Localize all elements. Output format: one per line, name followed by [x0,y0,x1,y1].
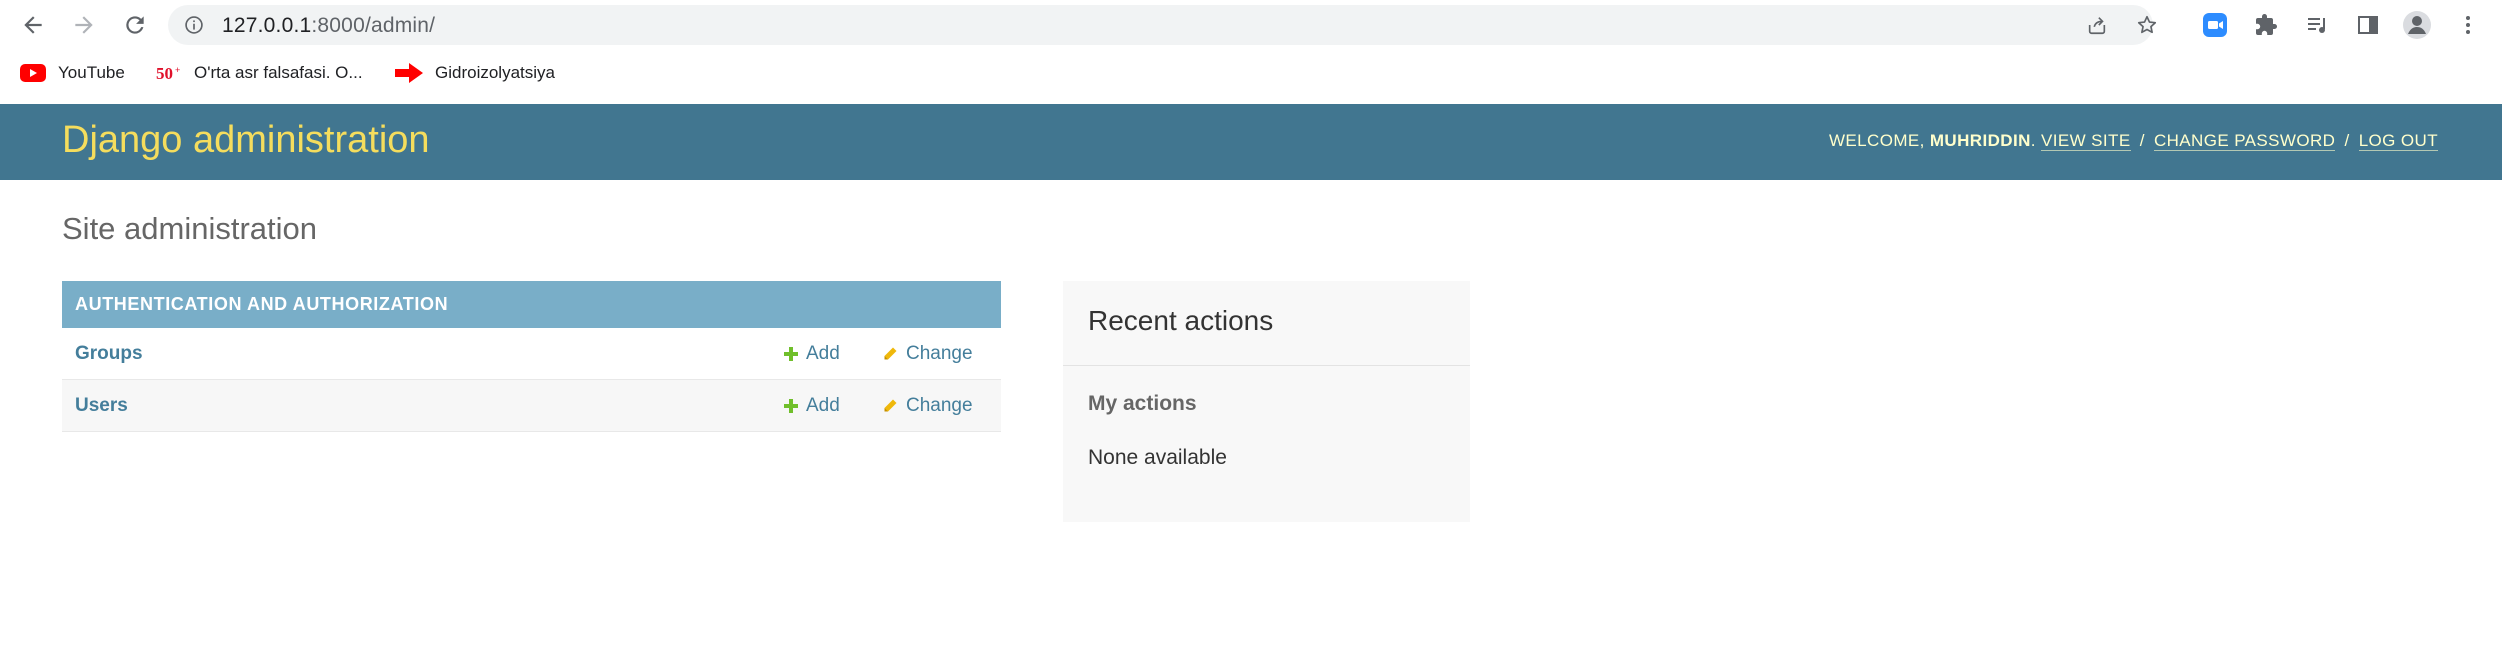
profile-avatar-icon[interactable] [2402,10,2432,40]
model-link-users[interactable]: Users [75,395,128,417]
bookmarks-bar: YouTube 50 + O'rta asr falsafasi. O... Gi… [0,55,2502,91]
plus-icon [784,346,798,361]
recent-actions-title: Recent actions [1088,305,1274,336]
separator: / [2344,131,2350,150]
address-bar[interactable]: 127.0.0.1:8000/admin/ [168,5,2157,45]
welcome-text: Welcome, [1828,131,1925,150]
url-text: 127.0.0.1:8000/admin/ [222,14,435,38]
add-groups-link[interactable]: Add [784,343,840,365]
my-actions-heading: My actions [1088,392,1197,415]
url-path: :8000/admin/ [311,14,436,37]
youtube-icon [20,64,46,82]
svg-text:+: + [175,65,180,75]
reading-list-icon[interactable] [2302,10,2332,40]
info-icon[interactable] [184,15,204,40]
username: Muhriddin [1929,131,2031,150]
url-host: 127.0.0.1 [222,14,312,37]
browser-menu-icon[interactable] [2453,10,2483,40]
empty-actions-text: None available [1088,446,1227,469]
back-arrow-icon [24,16,42,34]
user-tools: Welcome, Muhriddin. View site / Change p… [1829,131,2438,151]
50-plus-icon: 50 + [156,63,182,83]
period: . [2030,131,2036,150]
bookmark-youtube[interactable]: YouTube [20,59,125,87]
red-arrow-icon [395,63,423,83]
change-users-link[interactable]: Change [882,395,973,417]
bookmark-label: Gidroizolyatsiya [435,63,555,82]
log-out-link[interactable]: Log out [2358,131,2438,151]
bookmark-star-icon[interactable] [2136,14,2158,41]
add-label: Add [806,394,840,416]
change-label: Change [906,342,973,364]
zoom-extension-icon[interactable] [2200,10,2230,40]
change-label: Change [906,394,973,416]
browser-toolbar: 127.0.0.1:8000/admin/ [0,0,2502,50]
site-branding[interactable]: Django administration [62,119,430,162]
forward-button[interactable] [66,7,102,43]
module-caption[interactable]: Authentication and Authorization [62,281,1001,328]
bookmark-label: YouTube [58,63,125,82]
change-groups-link[interactable]: Change [882,343,973,365]
svg-text:50: 50 [156,64,173,83]
pencil-icon [882,398,898,414]
app-module-auth: Authentication and Authorization Groups … [62,281,1001,432]
page-title: Site administration [62,211,318,246]
model-row-users: Users Add Change [62,380,1001,432]
recent-actions-panel: Recent actions My actions None available [1063,281,1470,522]
separator: / [2139,131,2145,150]
model-row-groups: Groups Add Change [62,328,1001,380]
view-site-link[interactable]: View site [2041,131,2131,151]
side-panel-icon[interactable] [2353,10,2383,40]
extensions-puzzle-icon[interactable] [2251,10,2281,40]
reload-icon [126,16,144,34]
admin-header: Django administration Welcome, Muhriddin… [0,104,2502,180]
add-label: Add [806,342,840,364]
add-users-link[interactable]: Add [784,395,840,417]
divider [1063,365,1470,366]
change-password-link[interactable]: Change password [2153,131,2336,151]
bookmark-gidroizolyatsiya[interactable]: Gidroizolyatsiya [395,59,555,87]
share-icon[interactable] [2086,14,2108,41]
reload-button[interactable] [117,7,153,43]
plus-icon [784,398,798,413]
forward-arrow-icon [75,16,93,34]
back-button[interactable] [15,7,51,43]
pencil-icon [882,346,898,362]
bookmark-label: O'rta asr falsafasi. O... [194,63,363,82]
model-link-groups[interactable]: Groups [75,343,143,365]
bookmark-falsafa[interactable]: 50 + O'rta asr falsafasi. O... [156,59,363,87]
